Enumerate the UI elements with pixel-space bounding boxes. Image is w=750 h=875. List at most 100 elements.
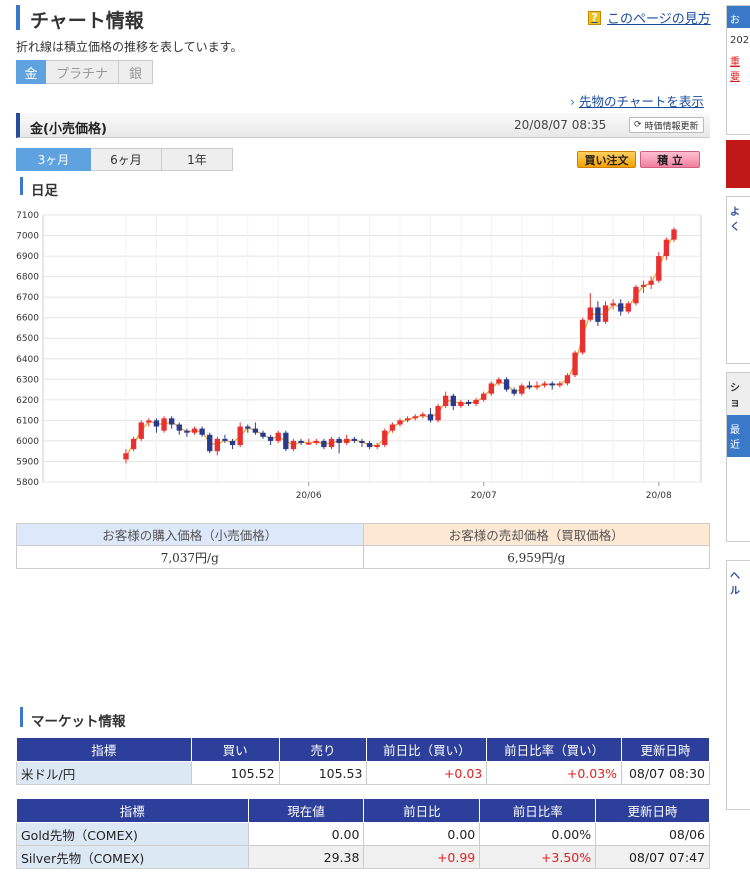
candle-body (557, 383, 563, 386)
change-value: 0.00 (363, 822, 481, 846)
important-link[interactable]: 重要 (727, 46, 750, 83)
faq-label: よく (730, 207, 740, 233)
updated-value: 08/07 07:47 (595, 845, 710, 869)
change-value: +0.99 (363, 845, 481, 869)
candle-body (290, 440, 297, 450)
price-chart: 5800 5900 6000 6100 6200 6300 6400 6500 6600 6700… (16, 205, 710, 511)
tab-gold[interactable]: 金 (16, 60, 46, 84)
candle-body (146, 420, 152, 423)
price-bar-datetime: 20/08/07 08:35 (514, 118, 607, 132)
candle-body (526, 385, 533, 388)
tab-silver[interactable]: 銀 (119, 60, 153, 84)
buy-price-value: 7,037円/g (16, 545, 364, 569)
x-tick-label: 20/06 (296, 491, 322, 501)
shop-label: ショ (727, 373, 750, 415)
candle-body (610, 303, 616, 306)
x-tick-label: 20/08 (646, 491, 672, 501)
y-tick-label: 5900 (16, 457, 39, 467)
candle-body (450, 395, 456, 407)
metal-tabs: 金 プラチナ 銀 (16, 60, 153, 84)
candlestick-chart: 5800 5900 6000 6100 6200 6300 6400 6500 6600 6700… (16, 211, 702, 501)
candle-body (344, 438, 350, 443)
candle-body (130, 438, 137, 450)
candle-body (275, 432, 281, 441)
candle-body (176, 424, 182, 431)
y-tick-label: 5800 (16, 478, 39, 488)
chart-section-title: 日足 (31, 183, 58, 199)
candle-body (640, 284, 647, 287)
candle-body (427, 414, 434, 421)
candle-body (153, 420, 160, 427)
tab-platinum[interactable]: プラチナ (46, 60, 119, 84)
candle-body (161, 418, 167, 431)
table-row: 米ドル/円 105.52 105.53 +0.03 +0.03% 08/07 0… (16, 761, 710, 785)
page-description: 折れ線は積立価格の推移を表しています。 (16, 40, 243, 54)
refresh-button-label: 時価情報更新 (644, 121, 699, 132)
rate-value: +0.03% (486, 761, 623, 785)
tab-1-year[interactable]: 1年 (162, 148, 233, 171)
indicator-name: Silver先物（COMEX) (16, 845, 249, 869)
tab-6-months[interactable]: 6ヶ月 (91, 148, 162, 171)
candle-body (435, 406, 441, 421)
right-sidebar: お知 202 重要 よく ショ 最近 ヘル (722, 0, 750, 875)
period-tabs: 3ヶ月 6ヶ月 1年 (16, 148, 233, 171)
price-bar: 金(小売価格) 20/08/07 08:35 ⟳ 時価情報更新 (16, 113, 710, 138)
candle-body (648, 280, 654, 285)
sell-price-header: お客様の売却価格（買取価格） (362, 523, 710, 546)
tab-3-months[interactable]: 3ヶ月 (16, 148, 91, 171)
candle-body (267, 436, 274, 441)
futures-chart-link[interactable]: 先物のチャートを表示 (570, 91, 704, 110)
updated-value: 08/07 08:30 (621, 761, 710, 785)
buy-order-button[interactable]: 買い注文 (577, 151, 636, 168)
candle-body (374, 445, 380, 448)
title-accent-bar (16, 5, 20, 30)
candle-body (534, 385, 540, 388)
help-icon: ? (588, 10, 601, 25)
candle-body (321, 440, 327, 448)
candle-body (404, 418, 411, 421)
candle-body (222, 438, 228, 441)
updated-value: 08/06 (595, 822, 710, 846)
candle-body (359, 440, 365, 443)
banner[interactable] (726, 140, 750, 188)
candle-body (351, 438, 357, 441)
table-row: Silver先物（COMEX) 29.38 +0.99 +3.50% 08/07… (16, 845, 710, 869)
rate-value: 0.00% (479, 822, 597, 846)
candle-body (283, 432, 289, 450)
chart-title-accent (20, 177, 23, 195)
col-change: 前日比 (363, 798, 481, 823)
refresh-button[interactable]: ⟳ 時価情報更新 (629, 117, 704, 133)
current-value: 0.00 (247, 822, 365, 846)
candle-body (511, 389, 517, 394)
candle-body (412, 416, 418, 419)
candle-body (465, 401, 472, 404)
candle-body (207, 434, 213, 452)
help-link[interactable]: ? このページの見方 (588, 8, 711, 27)
candle-body (503, 379, 510, 390)
y-tick-label: 6600 (16, 314, 39, 324)
candle-body (602, 305, 609, 322)
y-tick-label: 7100 (16, 211, 39, 221)
x-tick-label: 20/07 (471, 491, 497, 501)
candle-body (488, 383, 494, 394)
indicator-name: Gold先物（COMEX) (16, 822, 249, 846)
y-tick-label: 6900 (16, 252, 39, 262)
candle-body (618, 303, 624, 312)
candle-body (260, 432, 266, 437)
indicator-name: 米ドル/円 (16, 761, 192, 785)
col-sell: 売り (278, 737, 368, 762)
candle-body (298, 440, 304, 443)
candle-body (397, 420, 403, 425)
candle-body (169, 418, 175, 425)
news-label: お知 (727, 6, 750, 41)
candle-body (229, 440, 236, 446)
sell-value: 105.53 (278, 761, 368, 785)
col-updated: 更新日時 (621, 737, 710, 762)
candle-body (595, 307, 601, 322)
change-value: +0.03 (366, 761, 488, 785)
candle-body (458, 401, 464, 407)
col-rate: 前日比率 (479, 798, 597, 823)
accumulate-button[interactable]: 積 立 (640, 151, 700, 168)
y-tick-label: 6400 (16, 355, 39, 365)
candle-body (184, 430, 190, 433)
